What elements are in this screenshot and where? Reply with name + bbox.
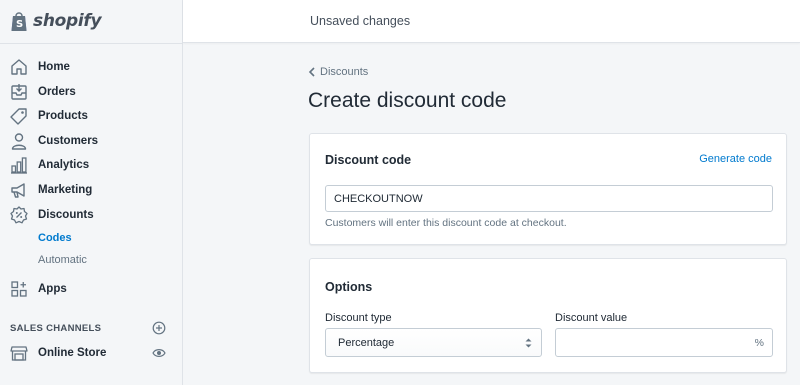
sidebar-divider <box>0 43 183 44</box>
home-icon <box>11 59 27 75</box>
discount-type-label: Discount type <box>325 312 392 324</box>
person-icon <box>11 133 27 150</box>
add-sales-channel-icon[interactable] <box>152 321 166 335</box>
select-arrows-icon <box>525 338 532 348</box>
top-bar: Unsaved changes <box>183 0 800 43</box>
brand-name: shopify <box>33 11 102 31</box>
sidebar: S shopify Home Orders Products Customers <box>0 0 183 385</box>
sidebar-item-products[interactable]: Products <box>0 104 182 128</box>
sidebar-item-marketing[interactable]: Marketing <box>0 178 182 202</box>
sidebar-item-label: Apps <box>38 283 67 295</box>
shopify-bag-icon: S <box>11 12 27 31</box>
sidebar-item-apps[interactable]: Apps <box>0 277 182 301</box>
discount-value-label: Discount value <box>555 312 628 324</box>
megaphone-icon <box>11 183 25 198</box>
tag-icon <box>10 108 27 125</box>
breadcrumb[interactable]: Discounts <box>308 66 368 78</box>
page-title: Create discount code <box>308 89 507 112</box>
eye-icon[interactable] <box>152 347 166 359</box>
svg-text:S: S <box>16 19 23 30</box>
discount-code-input[interactable] <box>325 185 773 212</box>
help-text: Customers will enter this discount code … <box>325 217 567 229</box>
discount-badge-icon <box>10 206 28 224</box>
sidebar-item-label: Online Store <box>38 347 107 359</box>
sidebar-item-analytics[interactable]: Analytics <box>0 153 182 177</box>
breadcrumb-label: Discounts <box>320 66 369 78</box>
sidebar-item-label: Marketing <box>38 184 93 196</box>
sales-channels-heading: SALES CHANNELS <box>10 323 102 334</box>
generate-code-link[interactable]: Generate code <box>699 153 772 165</box>
shopify-logo[interactable]: S shopify <box>10 8 102 34</box>
sidebar-item-label: Customers <box>38 135 99 147</box>
sidebar-item-label: Discounts <box>38 209 94 221</box>
card-title: Options <box>325 280 373 294</box>
percent-suffix: % <box>754 337 764 349</box>
apps-grid-icon <box>11 281 27 297</box>
sidebar-item-label: Analytics <box>38 159 90 171</box>
sidebar-item-label: Home <box>38 61 70 73</box>
discount-code-card: Discount code Generate code Customers wi… <box>309 133 787 245</box>
store-icon <box>10 346 28 361</box>
sidebar-item-label: Products <box>38 110 88 122</box>
sidebar-item-home[interactable]: Home <box>0 55 182 79</box>
sidebar-item-customers[interactable]: Customers <box>0 129 182 153</box>
discount-value-input[interactable]: % <box>555 328 773 357</box>
sidebar-item-label: Orders <box>38 86 76 98</box>
sidebar-item-orders[interactable]: Orders <box>0 80 182 104</box>
bar-chart-icon <box>11 157 27 174</box>
orders-inbox-icon <box>11 84 27 100</box>
discount-type-select[interactable]: Percentage <box>325 328 542 357</box>
sidebar-subitem-automatic[interactable]: Automatic <box>38 254 87 266</box>
card-title: Discount code <box>325 153 412 167</box>
select-value: Percentage <box>338 337 395 349</box>
sidebar-subitem-codes[interactable]: Codes <box>38 232 72 244</box>
sidebar-item-discounts[interactable]: Discounts <box>0 203 182 227</box>
chevron-left-icon <box>308 67 315 77</box>
unsaved-changes-text: Unsaved changes <box>310 14 411 28</box>
options-card: Options Discount type Discount value Per… <box>309 258 787 373</box>
